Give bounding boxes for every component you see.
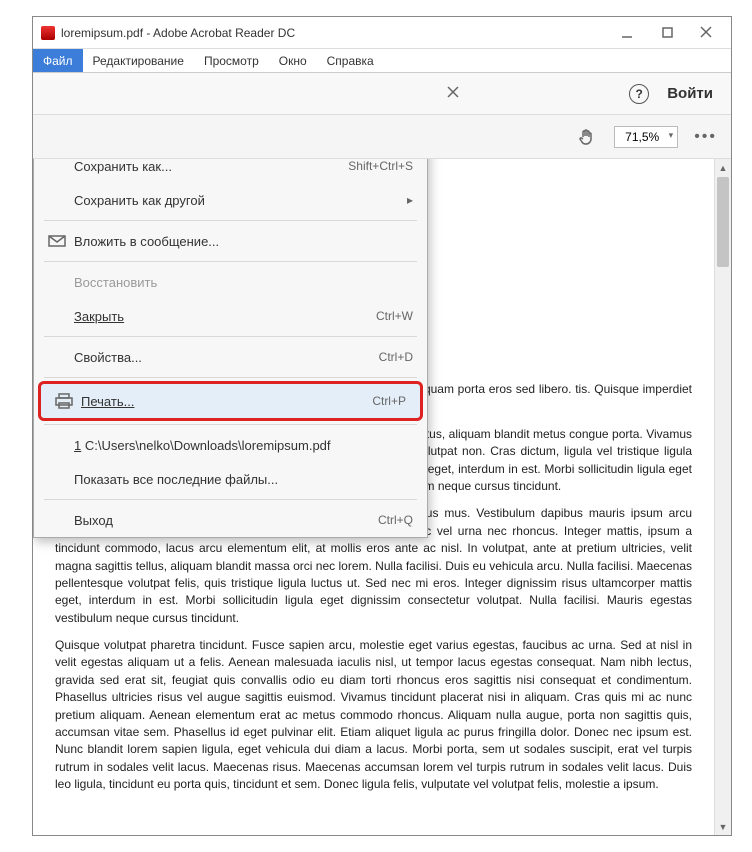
menu-item-label: Показать все последние файлы...	[70, 472, 413, 487]
menu-item-label: 1 C:\Users\nelko\Downloads\loremipsum.pd…	[70, 438, 413, 453]
printer-icon	[51, 393, 77, 409]
menu-item-label: Свойства...	[70, 350, 379, 365]
shortcut-label: Ctrl+D	[379, 350, 413, 364]
menu-save-other[interactable]: Сохранить как другой ▸	[34, 183, 427, 217]
menu-print[interactable]: Печать... Ctrl+P	[38, 381, 423, 421]
menu-item-label: Сохранить как...	[70, 159, 348, 174]
help-icon[interactable]: ?	[629, 84, 649, 104]
menu-recent-1[interactable]: 1 C:\Users\nelko\Downloads\loremipsum.pd…	[34, 428, 427, 462]
menu-edit[interactable]: Редактирование	[83, 49, 194, 72]
menu-item-label: Закрыть	[74, 309, 124, 324]
vertical-scrollbar[interactable]: ▲ ▼	[714, 159, 731, 835]
scroll-up-icon[interactable]: ▲	[715, 159, 731, 176]
window-title: loremipsum.pdf - Adobe Acrobat Reader DC	[61, 26, 295, 40]
shortcut-label: Shift+Ctrl+S	[348, 159, 413, 173]
menu-restore: Восстановить	[34, 265, 427, 299]
menubar: Файл Редактирование Просмотр Окно Справк…	[33, 49, 731, 73]
menu-separator	[44, 377, 417, 378]
menu-item-label: Печать...	[81, 394, 134, 409]
submenu-arrow-icon: ▸	[407, 193, 413, 207]
zoom-select[interactable]: 71,5%	[614, 126, 678, 148]
titlebar-left: loremipsum.pdf - Adobe Acrobat Reader DC	[41, 26, 295, 40]
menu-separator	[44, 424, 417, 425]
secondary-toolbar: 71,5% •••	[33, 115, 731, 159]
login-button[interactable]: Войти	[663, 85, 717, 102]
menu-separator	[44, 220, 417, 221]
titlebar: loremipsum.pdf - Adobe Acrobat Reader DC	[33, 17, 731, 49]
shortcut-label: Ctrl+P	[372, 394, 406, 408]
close-tab-icon[interactable]	[447, 86, 459, 101]
window-controls	[607, 19, 727, 47]
menu-file[interactable]: Файл	[33, 49, 83, 72]
maximize-button[interactable]	[647, 19, 687, 47]
menu-close-doc[interactable]: Закрыть Ctrl+W	[34, 299, 427, 333]
menu-properties[interactable]: Свойства... Ctrl+D	[34, 340, 427, 374]
file-menu-dropdown: Открыть... Ctrl+O Сохранить Ctrl+S Сохра…	[33, 159, 428, 538]
minimize-button[interactable]	[607, 19, 647, 47]
pdf-icon	[41, 26, 55, 40]
content-area: lla est purus, ultrices in porttitor s. …	[33, 159, 731, 835]
menu-help[interactable]: Справка	[317, 49, 384, 72]
scroll-down-icon[interactable]: ▼	[715, 818, 731, 835]
menu-view[interactable]: Просмотр	[194, 49, 269, 72]
envelope-icon	[44, 235, 70, 247]
scroll-thumb[interactable]	[717, 177, 729, 267]
menu-separator	[44, 499, 417, 500]
menu-window[interactable]: Окно	[269, 49, 317, 72]
shortcut-label: Ctrl+Q	[378, 513, 413, 527]
hand-tool-icon[interactable]	[576, 126, 598, 148]
menu-attach-email[interactable]: Вложить в сообщение...	[34, 224, 427, 258]
app-window: loremipsum.pdf - Adobe Acrobat Reader DC…	[32, 16, 732, 836]
menu-item-label: Вложить в сообщение...	[70, 234, 413, 249]
menu-save-as[interactable]: Сохранить как... Shift+Ctrl+S	[34, 159, 427, 183]
menu-exit[interactable]: Выход Ctrl+Q	[34, 503, 427, 537]
menu-item-label: Восстановить	[70, 275, 413, 290]
document-text: Quisque volutpat pharetra tincidunt. Fus…	[55, 637, 692, 794]
menu-item-label: Сохранить как другой	[70, 193, 407, 208]
top-toolbar: ? Войти	[33, 73, 731, 115]
more-tools-icon[interactable]: •••	[694, 128, 717, 146]
menu-separator	[44, 261, 417, 262]
menu-separator	[44, 336, 417, 337]
shortcut-label: Ctrl+W	[376, 309, 413, 323]
menu-show-all-recent[interactable]: Показать все последние файлы...	[34, 462, 427, 496]
menu-item-label: Выход	[70, 513, 378, 528]
close-button[interactable]	[687, 19, 727, 47]
